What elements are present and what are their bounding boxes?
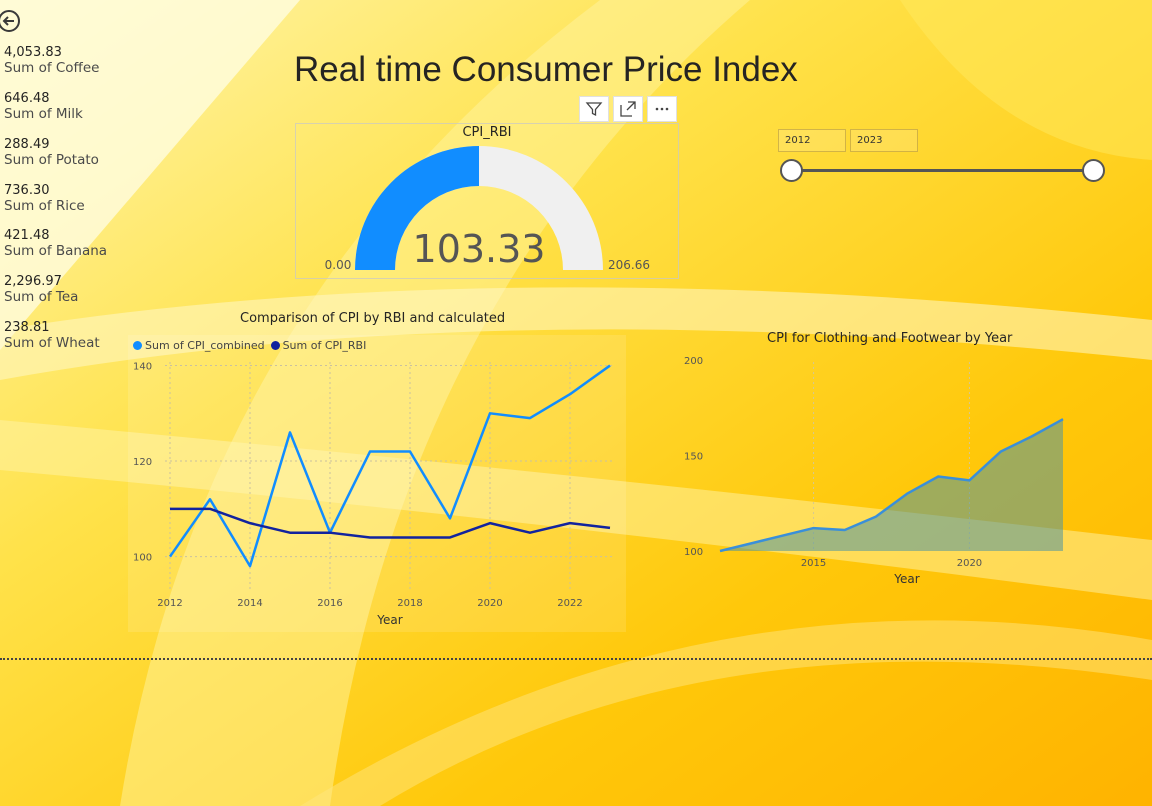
- card-label: Sum of Banana: [4, 242, 108, 259]
- filter-button[interactable]: [579, 96, 609, 122]
- slicer-end-handle[interactable]: [1082, 159, 1105, 182]
- line-chart-title: Comparison of CPI by RBI and calculated: [240, 311, 506, 326]
- arrow-left-icon: [2, 16, 14, 26]
- report-background: [0, 0, 1152, 806]
- legend-marker: [133, 341, 142, 350]
- legend-item[interactable]: Sum of CPI_combined: [133, 339, 265, 352]
- card-value: 736.30: [4, 183, 50, 198]
- card-label: Sum of Wheat: [4, 334, 100, 351]
- card-coffee[interactable]: 4,053.83 Sum of Coffee: [4, 45, 100, 76]
- card-value: 2,296.97: [4, 274, 62, 289]
- card-banana[interactable]: 421.48 Sum of Banana: [4, 228, 108, 259]
- area-chart-title: CPI for Clothing and Footwear by Year: [767, 331, 1013, 346]
- card-milk[interactable]: 646.48 Sum of Milk: [4, 91, 83, 122]
- slicer-start-date-input[interactable]: 2012: [778, 129, 846, 152]
- card-label: Sum of Coffee: [4, 59, 100, 76]
- line-chart-legend: Sum of CPI_combined Sum of CPI_RBI: [133, 339, 366, 352]
- card-value: 421.48: [4, 228, 50, 243]
- card-value: 646.48: [4, 91, 50, 106]
- gauge-visual[interactable]: [295, 123, 679, 279]
- card-label: Sum of Potato: [4, 151, 99, 168]
- card-tea[interactable]: 2,296.97 Sum of Tea: [4, 274, 79, 305]
- slicer-track[interactable]: [792, 169, 1094, 172]
- focus-mode-icon: [620, 101, 636, 117]
- slicer-end-date-input[interactable]: 2023: [850, 129, 918, 152]
- more-options-button[interactable]: [647, 96, 677, 122]
- card-wheat[interactable]: 238.81 Sum of Wheat: [4, 320, 100, 351]
- card-value: 4,053.83: [4, 45, 62, 60]
- legend-label: Sum of CPI_combined: [145, 339, 265, 352]
- more-options-icon: [655, 107, 669, 111]
- card-label: Sum of Rice: [4, 197, 85, 214]
- page-divider: [0, 658, 1152, 660]
- slicer-start-handle[interactable]: [780, 159, 803, 182]
- page-title: Real time Consumer Price Index: [294, 50, 798, 89]
- card-value: 238.81: [4, 320, 50, 335]
- card-rice[interactable]: 736.30 Sum of Rice: [4, 183, 85, 214]
- filter-icon: [585, 102, 603, 117]
- card-value: 288.49: [4, 137, 50, 152]
- legend-item[interactable]: Sum of CPI_RBI: [270, 339, 367, 352]
- card-potato[interactable]: 288.49 Sum of Potato: [4, 137, 99, 168]
- visual-header-toolbar: [579, 96, 677, 122]
- legend-marker: [270, 341, 280, 350]
- card-label: Sum of Tea: [4, 288, 79, 305]
- legend-label: Sum of CPI_RBI: [282, 339, 367, 352]
- card-label: Sum of Milk: [4, 105, 83, 122]
- focus-mode-button[interactable]: [613, 96, 643, 122]
